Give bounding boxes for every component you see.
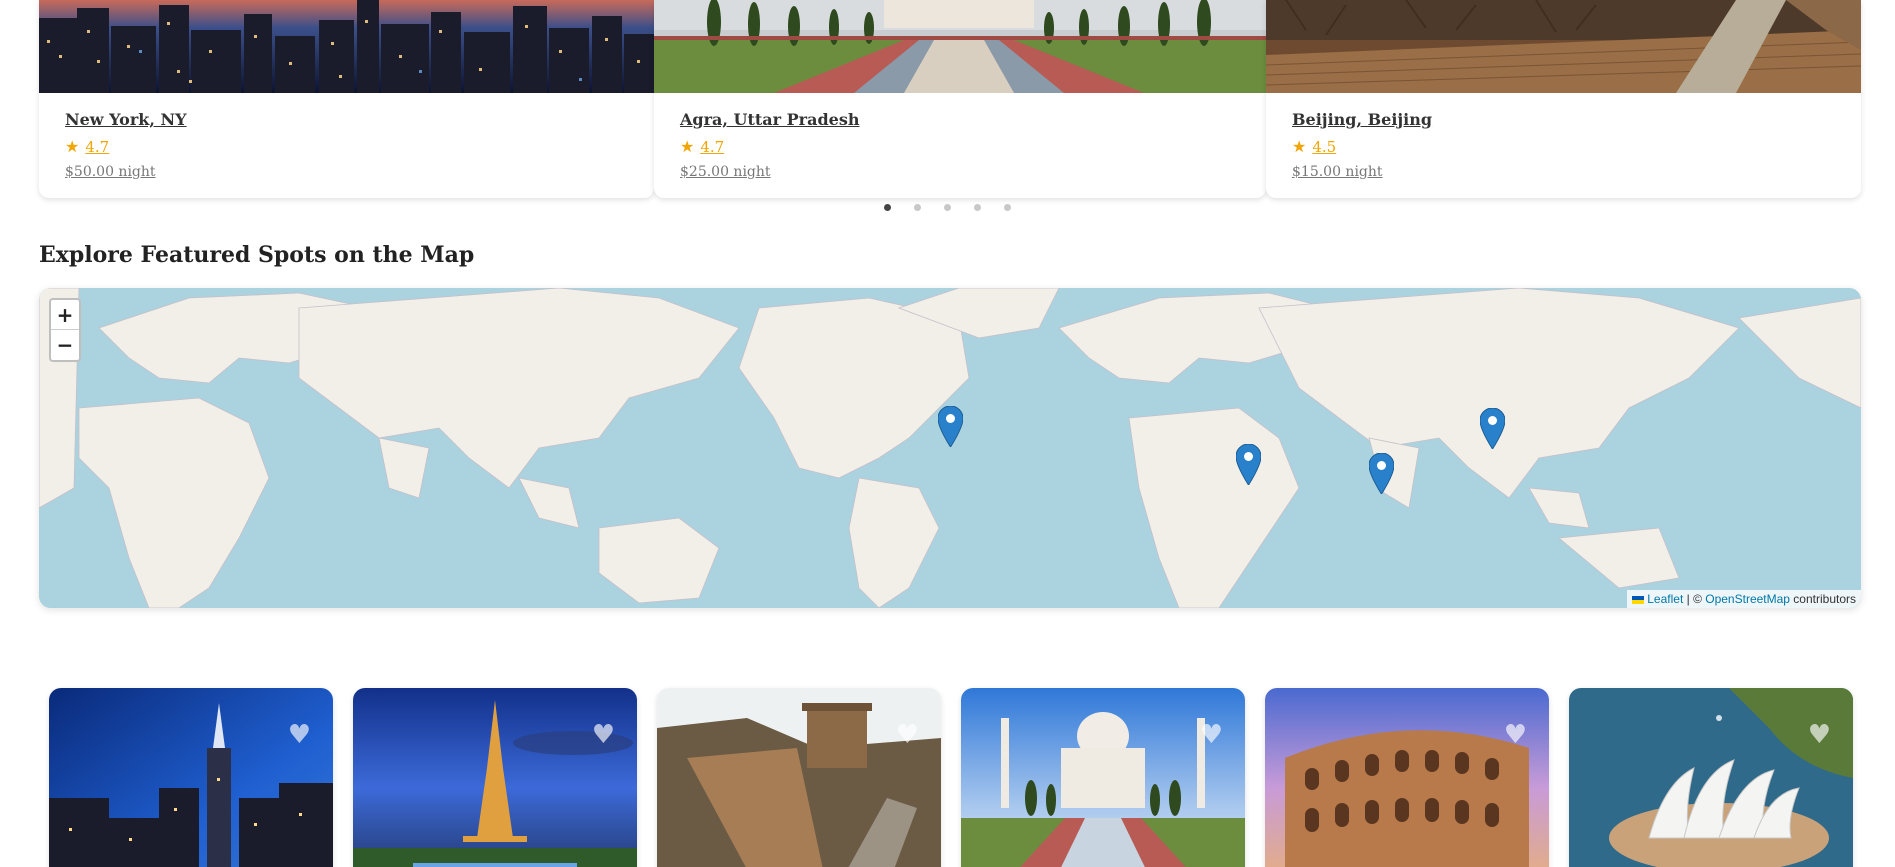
rating-value[interactable]: 4.7 [700,138,724,156]
pagination-dot[interactable] [944,204,951,211]
map-attribution: Leaflet | © OpenStreetMap contributors [1627,590,1861,608]
listing-title[interactable]: Beijing, Beijing [1292,110,1432,129]
featured-spots-map[interactable]: + − Leaflet | © OpenStreetMap contributo… [39,288,1861,608]
ukraine-flag-icon [1632,595,1645,604]
listing-price[interactable]: $15.00 night [1292,164,1383,180]
heart-icon[interactable]: ♥ [896,722,919,748]
pagination-dot[interactable] [974,204,981,211]
featured-card-taj-mahal[interactable]: ♥ [961,688,1245,867]
heart-icon[interactable]: ♥ [288,722,311,748]
featured-image[interactable] [1265,688,1549,867]
pagination-dot[interactable] [914,204,921,211]
featured-card-paris[interactable]: ♥ [353,688,637,867]
listing-carousel: New York, NY ★ 4.7 $50.00 night Agra, Ut… [39,0,1861,200]
featured-image[interactable] [1569,688,1853,867]
featured-image[interactable] [353,688,637,867]
attribution-suffix: contributors [1789,592,1856,606]
world-map-tiles[interactable] [39,288,1861,608]
listing-rating: ★ 4.7 [680,137,724,156]
featured-image[interactable] [49,688,333,867]
map-marker-icon[interactable] [1480,408,1505,449]
map-marker-icon[interactable] [938,406,963,447]
zoom-in-button[interactable]: + [51,300,79,330]
pagination-dot[interactable] [884,204,891,211]
heart-icon[interactable]: ♥ [1504,722,1527,748]
map-marker-icon[interactable] [1236,444,1261,485]
featured-card-great-wall[interactable]: ♥ [657,688,941,867]
listing-card-beijing[interactable]: Beijing, Beijing ★ 4.5 $15.00 night [1266,0,1861,198]
rating-value[interactable]: 4.7 [85,138,109,156]
pagination-dot[interactable] [1004,204,1011,211]
listing-title[interactable]: Agra, Uttar Pradesh [680,110,859,129]
map-zoom-control: + − [49,298,81,362]
map-marker-icon[interactable] [1369,453,1394,494]
featured-card-sydney[interactable]: ♥ [1569,688,1853,867]
listing-card-agra[interactable]: Agra, Uttar Pradesh ★ 4.7 $25.00 night [654,0,1266,198]
listing-price[interactable]: $25.00 night [680,164,771,180]
leaflet-link[interactable]: Leaflet [1647,592,1683,606]
listing-title[interactable]: New York, NY [65,110,187,129]
listing-rating: ★ 4.5 [1292,137,1336,156]
zoom-out-button[interactable]: − [51,330,79,360]
listing-image-new-york[interactable] [39,0,654,93]
listing-card-new-york[interactable]: New York, NY ★ 4.7 $50.00 night [39,0,654,198]
listing-image-beijing[interactable] [1266,0,1861,93]
map-section-title: Explore Featured Spots on the Map [39,242,475,268]
heart-icon[interactable]: ♥ [592,722,615,748]
featured-image[interactable] [657,688,941,867]
listing-rating: ★ 4.7 [65,137,109,156]
star-icon: ★ [680,137,695,156]
listing-image-agra[interactable] [654,0,1266,93]
featured-card-new-york[interactable]: ♥ [49,688,333,867]
attribution-separator: | © [1683,592,1706,606]
openstreetmap-link[interactable]: OpenStreetMap [1705,592,1790,606]
featured-image[interactable] [961,688,1245,867]
rating-value[interactable]: 4.5 [1312,138,1336,156]
listing-price[interactable]: $50.00 night [65,164,156,180]
star-icon: ★ [65,137,80,156]
heart-icon[interactable]: ♥ [1200,722,1223,748]
featured-card-colosseum[interactable]: ♥ [1265,688,1549,867]
heart-icon[interactable]: ♥ [1808,722,1831,748]
star-icon: ★ [1292,137,1307,156]
